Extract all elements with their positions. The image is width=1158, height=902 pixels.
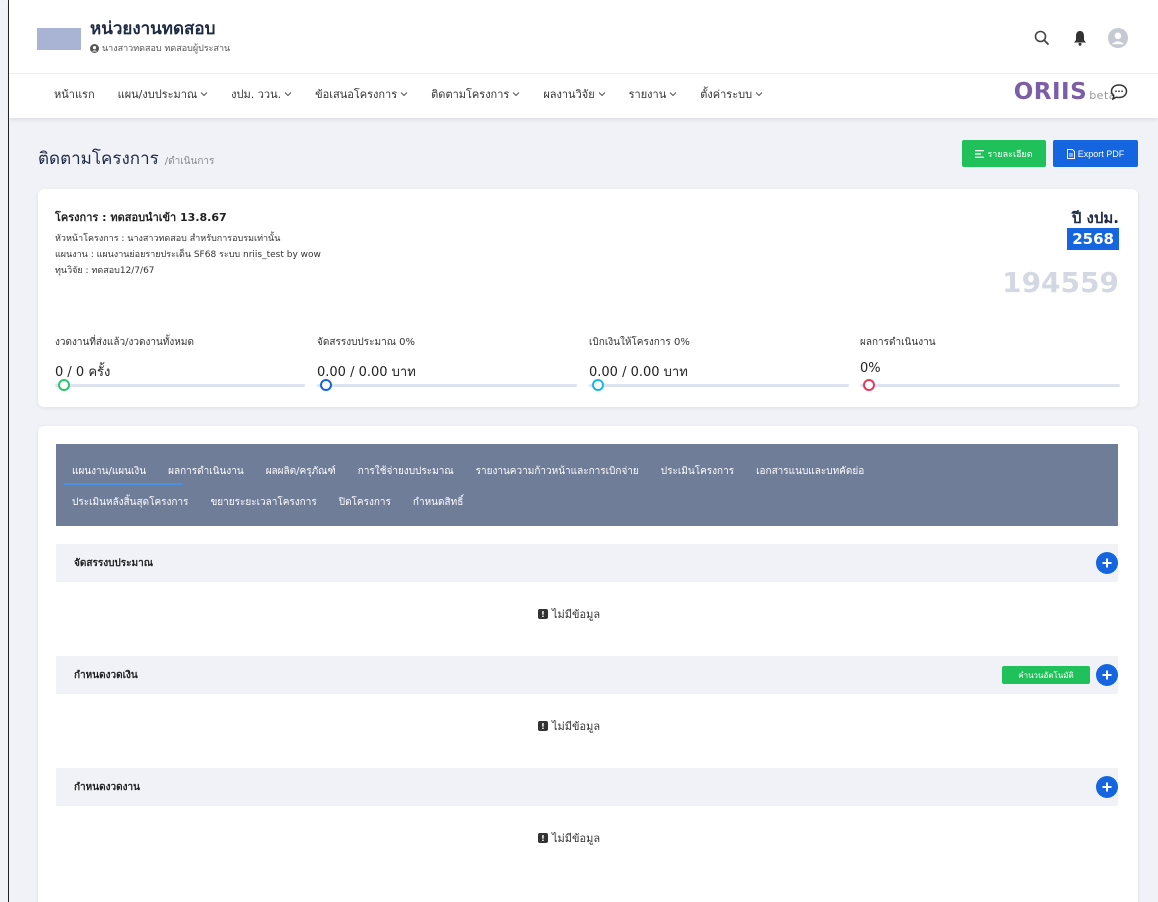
empty-state: ! ไม่มีข้อมูล [538, 717, 600, 735]
tab-row-2: ประเมินหลังสิ้นสุดโครงการ ขยายระยะเวลาโค… [64, 495, 477, 510]
nav-tracking[interactable]: ติดตามโครงการ [431, 85, 520, 103]
stat-disbursement: เบิกเงินให้โครงการ 0% 0.00 / 0.00 บาท [589, 335, 849, 391]
nav-plan-budget[interactable]: แผน/งบประมาณ [118, 85, 209, 103]
brand-logo: ORIIS beta [1014, 79, 1116, 105]
nav-settings[interactable]: ตั้งค่าระบบ [700, 85, 763, 103]
stat-budget-allocation: จัดสรรงบประมาณ 0% 0.00 / 0.00 บาท [317, 335, 577, 391]
bell-icon[interactable] [1070, 28, 1090, 48]
nav-report[interactable]: รายงาน [629, 85, 678, 103]
page-breadcrumb: /ดำเนินการ [164, 156, 215, 167]
top-header: หน่วยงานทดสอบ นางสาวทดสอบ ทดสอบผู้ประสาน… [9, 0, 1158, 118]
progress-track [55, 384, 305, 387]
section-payment-installments: กำหนดงวดเงิน คำนวนอัตโนมัติ [56, 656, 1118, 694]
stat-work-installments: งวดงานที่ส่งแล้ว/งวดงานทั้งหมด 0 / 0 ครั… [55, 335, 305, 391]
progress-knob [320, 379, 332, 391]
add-button[interactable] [1096, 664, 1118, 686]
chevron-down-icon [669, 91, 677, 96]
active-tab-indicator [64, 483, 183, 485]
project-tabs-card: แผนงาน/แผนเงิน ผลการดำเนินงาน ผลผลิต/ครุ… [38, 426, 1138, 902]
main-nav: หน้าแรก แผน/งบประมาณ งปม. ววน. ข้อเสนอโค… [9, 73, 1158, 113]
alert-icon: ! [538, 609, 548, 619]
fiscal-year-label: ปี งปม. [1071, 209, 1119, 227]
tab-plan-finance[interactable]: แผนงาน/แผนเงิน [64, 464, 154, 479]
chevron-down-icon [755, 91, 763, 96]
progress-track [317, 384, 577, 387]
user-info[interactable]: นางสาวทดสอบ ทดสอบผู้ประสาน [90, 41, 230, 55]
plus-icon [1102, 670, 1112, 680]
pdf-file-icon [1066, 148, 1075, 159]
nav-home[interactable]: หน้าแรก [54, 85, 95, 103]
chat-icon[interactable] [1110, 83, 1128, 101]
project-name: โครงการ : ทดสอบนำเข้า 13.8.67 [55, 211, 227, 224]
chevron-down-icon [512, 91, 520, 96]
org-logo [37, 28, 81, 50]
tab-budget-spending[interactable]: การใช้จ่ายงบประมาณ [350, 464, 462, 479]
add-button[interactable] [1096, 552, 1118, 574]
list-icon [975, 149, 985, 158]
empty-state: ! ไม่มีข้อมูล [538, 605, 600, 623]
alert-icon: ! [538, 833, 548, 843]
brand-name: ORIIS [1013, 79, 1088, 105]
tab-outputs-equipment[interactable]: ผลผลิต/ครุภัณฑ์ [258, 464, 344, 479]
nav-budget-rdi[interactable]: งปม. ววน. [231, 85, 292, 103]
progress-track [860, 384, 1120, 387]
chevron-down-icon [284, 91, 292, 96]
section-work-installments: กำหนดงวดงาน [56, 768, 1118, 806]
tab-row-1: แผนงาน/แผนเงิน ผลการดำเนินงาน ผลผลิต/ครุ… [64, 464, 878, 479]
user-name: นางสาวทดสอบ ทดสอบผู้ประสาน [102, 44, 231, 54]
nav-proposal[interactable]: ข้อเสนอโครงการ [315, 85, 408, 103]
tab-close-project[interactable]: ปิดโครงการ [331, 495, 399, 510]
tab-attachments[interactable]: เอกสารแนบและบทคัดย่อ [748, 464, 872, 479]
progress-track [589, 384, 849, 387]
project-plan: แผนงาน : แผนงานย่อยรายประเด็น SF68 ระบบ … [55, 250, 321, 260]
avatar-icon[interactable] [1108, 28, 1128, 48]
progress-knob [592, 379, 604, 391]
project-fund: ทุนวิจัย : ทดสอบ12/7/67 [55, 266, 155, 276]
tab-extend-duration[interactable]: ขยายระยะเวลาโครงการ [202, 495, 324, 510]
section-budget-allocation: จัดสรรงบประมาณ [56, 544, 1118, 582]
plus-icon [1102, 782, 1112, 792]
detail-button[interactable]: รายละเอียด [962, 140, 1046, 167]
window-edge [8, 0, 9, 902]
tab-evaluation[interactable]: ประเมินโครงการ [653, 464, 742, 479]
export-pdf-button[interactable]: Export PDF [1053, 140, 1138, 167]
chevron-down-icon [200, 91, 208, 96]
auto-calculate-button[interactable]: คำนวนอัตโนมัติ [1002, 666, 1090, 684]
page-title: ติดตามโครงการ /ดำเนินการ [38, 149, 215, 169]
tab-progress-report[interactable]: รายงานความก้าวหน้าและการเบิกจ่าย [468, 464, 647, 479]
project-leader: หัวหน้าโครงการ : นางสาวทดสอบ สำหรับการอบ… [55, 234, 281, 244]
org-title: หน่วยงานทดสอบ [90, 19, 216, 39]
add-button[interactable] [1096, 776, 1118, 798]
project-info-card: โครงการ : ทดสอบนำเข้า 13.8.67 หัวหน้าโคร… [38, 189, 1138, 407]
alert-icon: ! [538, 721, 548, 731]
search-icon[interactable] [1032, 28, 1052, 48]
tab-bar: แผนงาน/แผนเงิน ผลการดำเนินงาน ผลผลิต/ครุ… [56, 444, 1118, 526]
progress-knob [58, 379, 70, 391]
header-actions [1032, 28, 1128, 48]
tab-post-evaluation[interactable]: ประเมินหลังสิ้นสุดโครงการ [64, 495, 196, 510]
nav-research-output[interactable]: ผลงานวิจัย [543, 85, 605, 103]
empty-state: ! ไม่มีข้อมูล [538, 829, 600, 847]
progress-knob [863, 379, 875, 391]
project-id: 194559 [1002, 266, 1119, 299]
tab-performance[interactable]: ผลการดำเนินงาน [160, 464, 252, 479]
fiscal-year-badge: 2568 [1067, 228, 1119, 250]
stat-performance: ผลการดำเนินงาน 0% [860, 335, 1120, 391]
user-circle-icon [90, 43, 99, 53]
plus-icon [1102, 558, 1112, 568]
chevron-down-icon [400, 91, 408, 96]
tab-permissions[interactable]: กำหนดสิทธิ์ [405, 495, 471, 510]
chevron-down-icon [598, 91, 605, 96]
